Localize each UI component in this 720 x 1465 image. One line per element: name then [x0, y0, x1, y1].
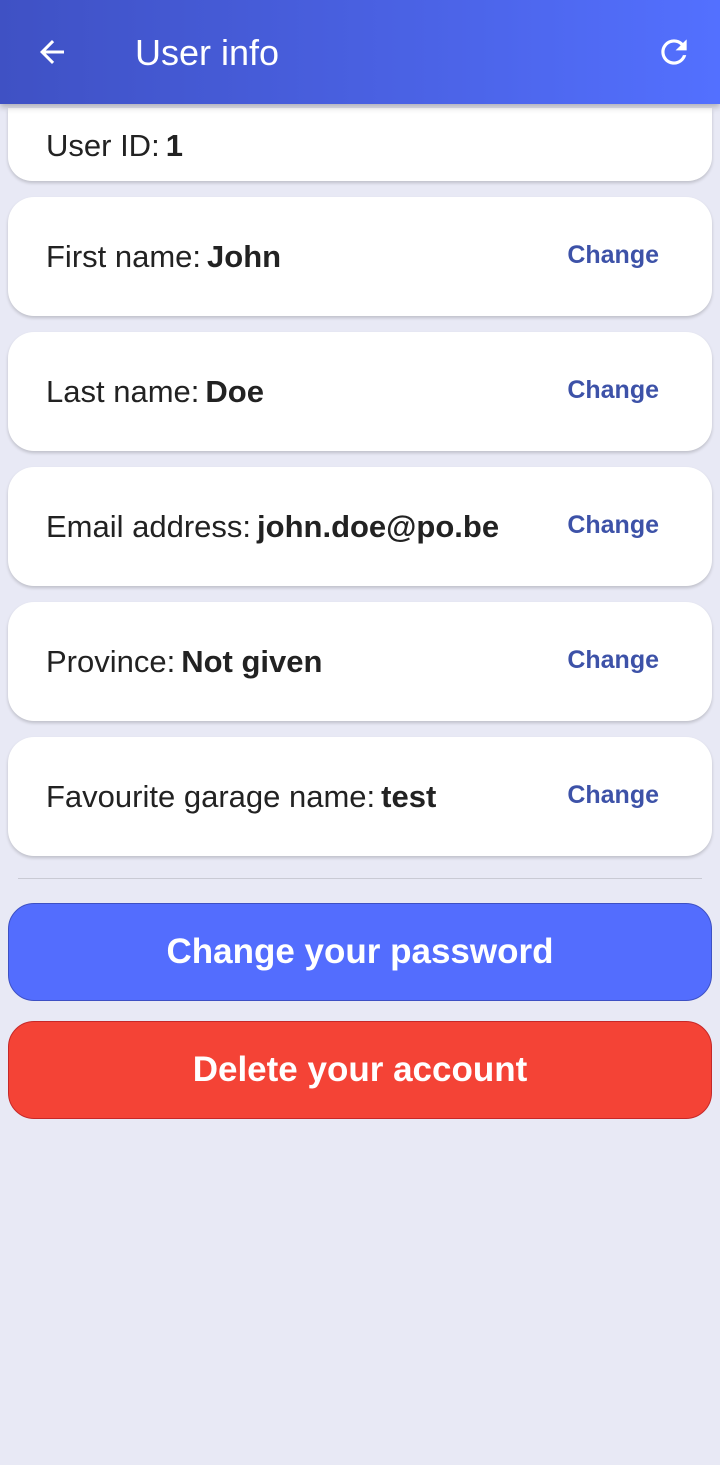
last-name-label: Last name: Doe — [46, 374, 264, 409]
first-name-card: First name: John Change — [8, 197, 712, 316]
change-favourite-garage-button[interactable]: Change — [567, 781, 659, 810]
province-card: Province: Not given Change — [8, 602, 712, 721]
arrow-back-icon[interactable] — [34, 34, 70, 70]
delete-account-button[interactable]: Delete your account — [8, 1021, 712, 1119]
user-id-value: 1 — [165, 128, 183, 163]
divider — [18, 878, 702, 879]
favourite-garage-card: Favourite garage name: test Change — [8, 737, 712, 856]
province-label: Province: Not given — [46, 644, 323, 679]
refresh-icon[interactable] — [655, 33, 693, 71]
change-password-button[interactable]: Change your password — [8, 903, 712, 1001]
user-id-label: User ID: 1 — [46, 128, 183, 163]
email-label: Email address: john.doe@po.be — [46, 509, 500, 544]
change-last-name-button[interactable]: Change — [567, 376, 659, 405]
change-province-button[interactable]: Change — [567, 646, 659, 675]
change-email-button[interactable]: Change — [567, 511, 659, 540]
first-name-value: John — [207, 239, 282, 274]
favourite-garage-label: Favourite garage name: test — [46, 779, 437, 814]
email-card: Email address: john.doe@po.be Change — [8, 467, 712, 586]
favourite-garage-value: test — [381, 779, 437, 814]
user-id-card: User ID: 1 — [8, 108, 712, 181]
page-title: User info — [135, 32, 280, 73]
last-name-value: Doe — [205, 374, 264, 409]
app-bar: User info — [0, 0, 720, 104]
province-value: Not given — [181, 644, 323, 679]
first-name-label: First name: John — [46, 239, 282, 274]
email-value: john.doe@po.be — [257, 509, 500, 544]
last-name-card: Last name: Doe Change — [8, 332, 712, 451]
change-first-name-button[interactable]: Change — [567, 241, 659, 270]
